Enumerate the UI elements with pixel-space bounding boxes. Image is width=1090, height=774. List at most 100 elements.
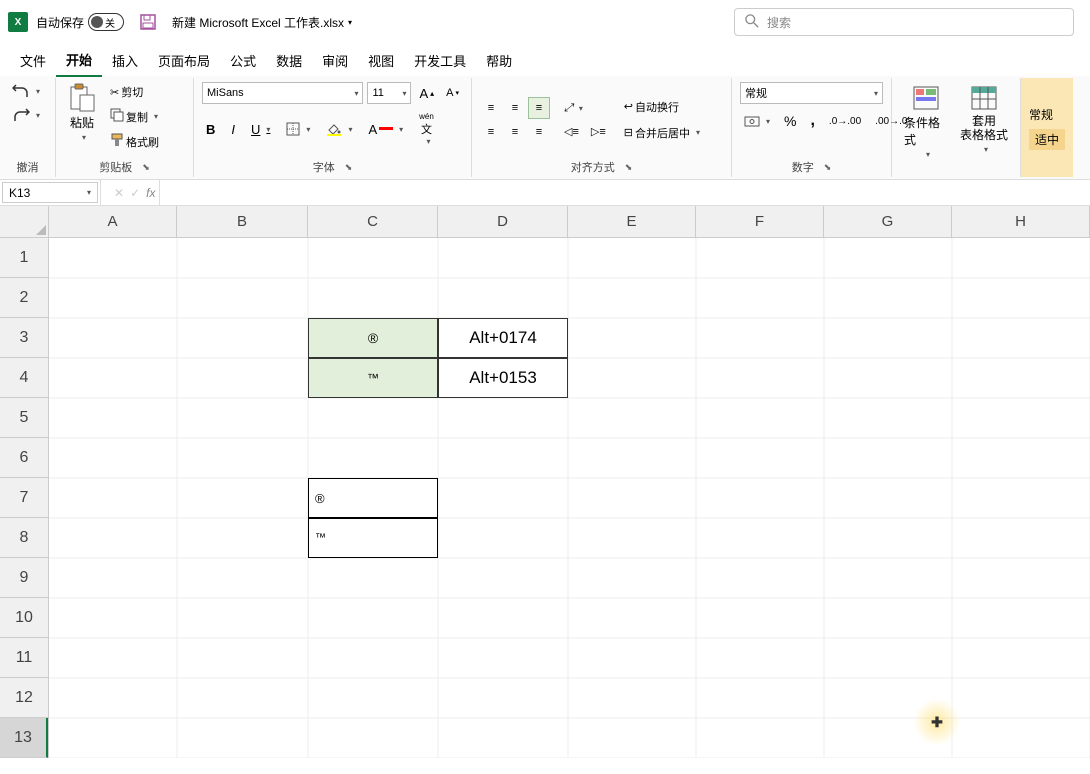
menu-formulas[interactable]: 公式 xyxy=(220,45,266,76)
formula-input[interactable] xyxy=(160,180,1090,205)
row-header-1[interactable]: 1 xyxy=(0,238,48,278)
name-box[interactable]: K13▾ xyxy=(2,182,98,203)
row-header-2[interactable]: 2 xyxy=(0,278,48,318)
row-header-13[interactable]: 13 xyxy=(0,718,48,758)
cell-D3[interactable]: Alt+0174 xyxy=(438,318,568,358)
comma-button[interactable]: , xyxy=(806,110,818,132)
dialog-launcher-icon[interactable]: ⬊ xyxy=(142,162,150,173)
redo-button[interactable]: ▾ xyxy=(8,106,44,124)
merge-center-button[interactable]: ⊟合并后居中▾ xyxy=(620,123,704,143)
align-bottom-button[interactable]: ≡ xyxy=(528,97,550,119)
ribbon-clipboard-group: 粘贴 ▾ ✂剪切 复制▾ 格式刷 剪贴板⬊ xyxy=(56,78,194,177)
autosave-toggle[interactable]: 自动保存 关 xyxy=(36,13,124,31)
bold-button[interactable]: B xyxy=(202,120,219,139)
style-good[interactable]: 适中 xyxy=(1029,129,1065,150)
orientation-button[interactable]: ⤢▾ xyxy=(560,100,610,117)
menu-developer[interactable]: 开发工具 xyxy=(404,45,476,76)
format-painter-button[interactable]: 格式刷 xyxy=(106,131,163,152)
font-color-button[interactable]: A▾ xyxy=(364,120,407,139)
row-header-11[interactable]: 11 xyxy=(0,638,48,678)
currency-button[interactable]: ▾ xyxy=(740,112,774,130)
cell-C8[interactable]: ™ xyxy=(308,518,438,558)
menu-home[interactable]: 开始 xyxy=(56,44,102,77)
fx-icon[interactable]: fx xyxy=(146,186,155,200)
decrease-indent-button[interactable]: ◁≡ xyxy=(560,123,583,140)
row-header-8[interactable]: 8 xyxy=(0,518,48,558)
align-top-button[interactable]: ≡ xyxy=(480,97,502,119)
increase-indent-button[interactable]: ▷≡ xyxy=(587,123,610,140)
number-format-select[interactable]: 常规▾ xyxy=(740,82,883,104)
menu-view[interactable]: 视图 xyxy=(358,45,404,76)
ribbon: ▾ ▾ 撤消 粘贴 ▾ ✂剪切 复制▾ 格式刷 剪贴板⬊ MiSans▾ 11▾ xyxy=(0,76,1090,180)
cells-area[interactable]: ® Alt+0174 ™ Alt+0153 ® ™ ✚ xyxy=(49,238,1090,758)
cut-button[interactable]: ✂剪切 xyxy=(106,82,163,102)
border-button[interactable]: ▾ xyxy=(282,120,314,138)
menu-bar: 文件 开始 插入 页面布局 公式 数据 审阅 视图 开发工具 帮助 xyxy=(0,44,1090,76)
phonetic-button[interactable]: wén文▾ xyxy=(415,110,438,148)
underline-button[interactable]: U▾ xyxy=(247,120,274,139)
increase-decimal-button[interactable]: .0→.00 xyxy=(825,114,865,129)
col-header-G[interactable]: G xyxy=(824,206,952,237)
col-header-F[interactable]: F xyxy=(696,206,824,237)
fill-color-button[interactable]: ▾ xyxy=(322,120,356,138)
align-center-button[interactable]: ≡ xyxy=(504,121,526,143)
col-header-E[interactable]: E xyxy=(568,206,696,237)
col-header-B[interactable]: B xyxy=(177,206,308,237)
row-header-10[interactable]: 10 xyxy=(0,598,48,638)
table-format-button[interactable]: 套用 表格格式▾ xyxy=(956,82,1012,156)
row-header-12[interactable]: 12 xyxy=(0,678,48,718)
align-middle-button[interactable]: ≡ xyxy=(504,97,526,119)
row-header-5[interactable]: 5 xyxy=(0,398,48,438)
menu-review[interactable]: 审阅 xyxy=(312,45,358,76)
increase-font-button[interactable]: A▴ xyxy=(415,84,438,103)
conditional-format-button[interactable]: 条件格式▾ xyxy=(900,82,952,161)
filename[interactable]: 新建 Microsoft Excel 工作表.xlsx xyxy=(172,14,344,31)
filename-dropdown-icon[interactable]: ▾ xyxy=(348,18,352,27)
search-input[interactable]: 搜索 xyxy=(734,8,1074,36)
alignment-grid: ≡ ≡ ≡ ≡ ≡ ≡ xyxy=(480,97,550,143)
col-header-H[interactable]: H xyxy=(952,206,1090,237)
row-header-6[interactable]: 6 xyxy=(0,438,48,478)
decrease-font-button[interactable]: A▾ xyxy=(442,85,463,101)
row-header-7[interactable]: 7 xyxy=(0,478,48,518)
save-icon[interactable] xyxy=(140,14,156,30)
col-header-A[interactable]: A xyxy=(49,206,177,237)
toggle-switch[interactable]: 关 xyxy=(88,13,124,31)
menu-file[interactable]: 文件 xyxy=(10,45,56,76)
menu-insert[interactable]: 插入 xyxy=(102,45,148,76)
row-header-4[interactable]: 4 xyxy=(0,358,48,398)
cell-C3[interactable]: ® xyxy=(308,318,438,358)
cell-C7[interactable]: ® xyxy=(308,478,438,518)
menu-data[interactable]: 数据 xyxy=(266,45,312,76)
wrap-text-button[interactable]: ↩自动换行 xyxy=(620,97,704,117)
style-normal[interactable]: 常规 xyxy=(1029,106,1065,123)
menu-help[interactable]: 帮助 xyxy=(476,45,522,76)
align-left-button[interactable]: ≡ xyxy=(480,121,502,143)
menu-page-layout[interactable]: 页面布局 xyxy=(148,45,220,76)
dialog-launcher-icon[interactable]: ⬊ xyxy=(345,162,353,173)
row-header-9[interactable]: 9 xyxy=(0,558,48,598)
row-header-3[interactable]: 3 xyxy=(0,318,48,358)
align-right-button[interactable]: ≡ xyxy=(528,121,550,143)
italic-button[interactable]: I xyxy=(227,120,239,139)
copy-button[interactable]: 复制▾ xyxy=(106,106,163,127)
cell-D4[interactable]: Alt+0153 xyxy=(438,358,568,398)
font-size-select[interactable]: 11▾ xyxy=(367,82,411,104)
paste-button[interactable]: 粘贴 ▾ xyxy=(64,82,100,144)
col-header-C[interactable]: C xyxy=(308,206,438,237)
autosave-label: 自动保存 xyxy=(36,14,84,31)
font-name-select[interactable]: MiSans▾ xyxy=(202,82,363,104)
cell-C4[interactable]: ™ xyxy=(308,358,438,398)
cancel-icon: ✕ xyxy=(114,186,124,200)
ribbon-undo-group: ▾ ▾ 撤消 xyxy=(0,78,56,177)
col-header-D[interactable]: D xyxy=(438,206,568,237)
search-icon xyxy=(745,14,759,31)
select-all-corner[interactable] xyxy=(0,206,49,238)
wrap-icon: ↩ xyxy=(624,100,633,113)
column-headers: A B C D E F G H xyxy=(49,206,1090,238)
dialog-launcher-icon[interactable]: ⬊ xyxy=(824,162,832,173)
font-label: 字体 xyxy=(313,159,335,175)
percent-button[interactable]: % xyxy=(780,111,800,131)
dialog-launcher-icon[interactable]: ⬊ xyxy=(625,162,633,173)
undo-button[interactable]: ▾ xyxy=(8,82,44,100)
